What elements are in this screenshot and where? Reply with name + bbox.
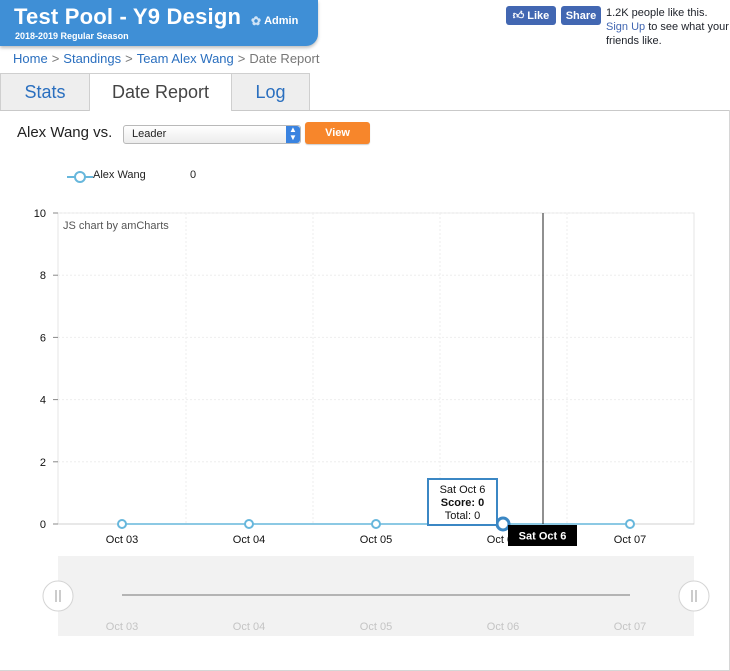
scrollbar-tick-label: Oct 05 (360, 621, 392, 633)
x-tick-label: Oct 07 (614, 534, 646, 546)
data-point[interactable] (371, 519, 381, 529)
data-point[interactable] (244, 519, 254, 529)
scrollbar-tick-label: Oct 06 (487, 621, 519, 633)
data-point[interactable] (495, 516, 511, 532)
data-point[interactable] (117, 519, 127, 529)
scrollbar-right-grip[interactable] (678, 580, 710, 612)
line-chart[interactable]: JS chart by amCharts 0 2 4 6 8 10 Oct 03 Oct 0… (0, 0, 730, 671)
x-tick-label: Oct 03 (106, 534, 138, 546)
scrollbar-left-grip[interactable] (42, 580, 74, 612)
y-tick-label: 0 (40, 519, 46, 531)
x-tick-label: Oct 04 (233, 534, 265, 546)
cursor-date-label: Sat Oct 6 (519, 531, 567, 543)
balloon-date: Sat Oct 6 (440, 484, 486, 496)
y-tick-label: 8 (40, 270, 46, 282)
chart-credit[interactable]: JS chart by amCharts (63, 220, 169, 232)
x-tick-label: Oct 05 (360, 534, 392, 546)
y-tick-label: 10 (34, 208, 46, 220)
balloon-score: Score: 0 (441, 497, 484, 509)
y-tick-label: 6 (40, 332, 46, 344)
balloon-total: Total: 0 (445, 510, 480, 522)
y-tick-label: 4 (40, 395, 46, 407)
scrollbar-tick-label: Oct 07 (614, 621, 646, 633)
y-tick-label: 2 (40, 457, 46, 469)
data-point[interactable] (625, 519, 635, 529)
plot-area (57, 212, 695, 525)
scrollbar-tick-label: Oct 03 (106, 621, 138, 633)
scrollbar-tick-label: Oct 04 (233, 621, 265, 633)
